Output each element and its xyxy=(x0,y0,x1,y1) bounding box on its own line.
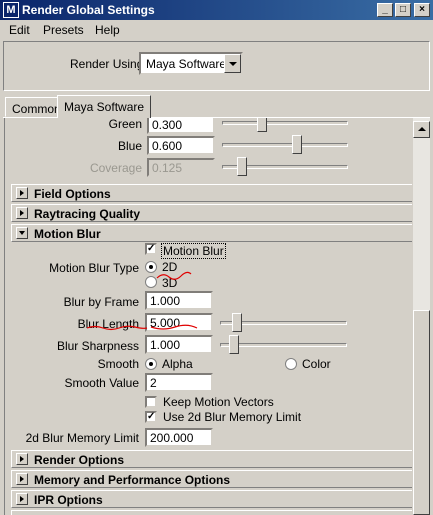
slider-thumb[interactable] xyxy=(232,313,242,332)
section-title: IPR Options xyxy=(34,493,103,507)
keep-motion-vectors-checkbox[interactable] xyxy=(145,396,157,408)
red-annotation-mark xyxy=(156,271,192,280)
blue-label: Blue xyxy=(117,139,142,153)
green-field[interactable]: 0.300 xyxy=(147,118,215,134)
section-title: Memory and Performance Options xyxy=(34,473,231,487)
section-memory-performance-options[interactable]: Memory and Performance Options xyxy=(11,470,412,488)
menu-help[interactable]: Help xyxy=(95,23,120,37)
slider-thumb xyxy=(237,157,247,176)
dropdown-arrow-icon[interactable] xyxy=(224,54,241,73)
blur-by-frame-label: Blur by Frame xyxy=(63,295,139,309)
expand-arrow-icon[interactable] xyxy=(16,207,28,219)
section-title: Field Options xyxy=(34,187,111,201)
slider-thumb[interactable] xyxy=(292,135,302,154)
minimize-button[interactable]: _ xyxy=(377,3,393,17)
slider-track xyxy=(222,143,348,147)
section-ipr-options[interactable]: IPR Options xyxy=(11,490,412,508)
section-render-options[interactable]: Render Options xyxy=(11,450,412,468)
settings-panel: Green 0.300 Blue 0.600 Coverage 0.125 Fi… xyxy=(4,118,412,515)
blur-memory-limit-field[interactable]: 200.000 xyxy=(145,428,213,447)
section-field-options[interactable]: Field Options xyxy=(11,184,412,202)
expand-arrow-icon[interactable] xyxy=(16,453,28,465)
smooth-label: Smooth xyxy=(97,357,139,371)
coverage-field: 0.125 xyxy=(147,158,215,177)
smooth-value-field[interactable]: 2 xyxy=(145,373,213,392)
menu-bar: Edit Presets Help xyxy=(0,20,433,39)
menu-presets[interactable]: Presets xyxy=(43,23,84,37)
radio-color-label[interactable]: Color xyxy=(302,357,331,371)
blur-sharpness-slider[interactable] xyxy=(220,335,347,355)
close-button[interactable]: × xyxy=(414,3,430,17)
scroll-up-arrow-icon[interactable] xyxy=(413,121,430,138)
section-motion-blur[interactable]: Motion Blur xyxy=(11,224,412,242)
use-2d-blur-memory-limit-label[interactable]: Use 2d Blur Memory Limit xyxy=(163,410,301,424)
radio-alpha-label[interactable]: Alpha xyxy=(162,357,193,371)
scrollbar-thumb[interactable] xyxy=(413,310,430,515)
red-annotation-underline xyxy=(86,324,198,331)
maximize-button[interactable]: □ xyxy=(395,3,411,17)
title-bar: M Render Global Settings _ □ × xyxy=(0,0,433,20)
render-using-label: Render Using xyxy=(70,57,144,71)
menu-edit[interactable]: Edit xyxy=(9,23,30,37)
radio-color[interactable] xyxy=(285,358,297,370)
slider-thumb[interactable] xyxy=(257,118,267,132)
render-using-group: Render Using Maya Software xyxy=(3,41,430,91)
vertical-scrollbar[interactable] xyxy=(413,118,430,515)
use-2d-blur-memory-limit-checkbox[interactable]: ✓ xyxy=(145,411,157,423)
green-slider[interactable] xyxy=(222,118,348,133)
slider-thumb[interactable] xyxy=(229,335,239,354)
expand-arrow-icon[interactable] xyxy=(16,493,28,505)
render-using-dropdown[interactable]: Maya Software xyxy=(139,52,243,75)
radio-alpha[interactable] xyxy=(145,358,157,370)
slider-track xyxy=(222,121,348,125)
keep-motion-vectors-label[interactable]: Keep Motion Vectors xyxy=(163,395,274,409)
motion-blur-type-label: Motion Blur Type xyxy=(49,261,139,275)
section-title: Raytracing Quality xyxy=(34,207,141,221)
slider-track xyxy=(220,343,347,347)
blur-length-slider[interactable] xyxy=(220,313,347,333)
window-title: Render Global Settings xyxy=(22,3,155,17)
expand-arrow-icon[interactable] xyxy=(16,473,28,485)
motion-blur-checkbox[interactable]: ✓ xyxy=(145,243,157,255)
section-next-partial[interactable] xyxy=(11,510,412,515)
coverage-label: Coverage xyxy=(89,161,142,175)
blue-slider[interactable] xyxy=(222,135,348,155)
blur-sharpness-field[interactable]: 1.000 xyxy=(145,335,213,354)
blue-field[interactable]: 0.600 xyxy=(147,136,215,155)
green-label: Green xyxy=(108,118,142,131)
coverage-slider xyxy=(222,157,348,177)
smooth-value-label: Smooth Value xyxy=(64,376,140,390)
section-title: Render Options xyxy=(34,453,125,467)
collapse-arrow-icon[interactable] xyxy=(16,227,28,239)
section-raytracing-quality[interactable]: Raytracing Quality xyxy=(11,204,412,222)
tab-maya-software[interactable]: Maya Software xyxy=(57,95,152,118)
section-title: Motion Blur xyxy=(34,227,101,241)
expand-arrow-icon[interactable] xyxy=(16,187,28,199)
blur-sharpness-label: Blur Sharpness xyxy=(56,339,139,353)
blur-memory-limit-label: 2d Blur Memory Limit xyxy=(25,431,139,445)
motion-blur-checkbox-label[interactable]: Motion Blur xyxy=(161,243,226,259)
maya-app-icon[interactable]: M xyxy=(3,2,19,18)
blur-by-frame-field[interactable]: 1.000 xyxy=(145,291,213,310)
render-using-value: Maya Software xyxy=(146,57,227,71)
